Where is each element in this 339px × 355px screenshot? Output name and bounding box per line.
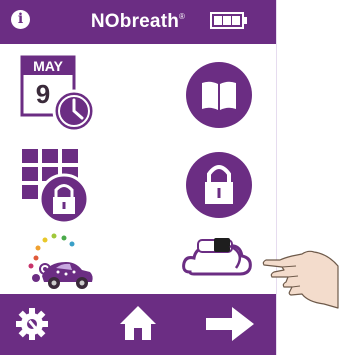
locked-menu-button[interactable] bbox=[14, 145, 100, 225]
calendar-reminder-button[interactable]: MAY 9 bbox=[14, 55, 100, 135]
app-title-text: NObreath bbox=[90, 11, 180, 32]
status-bar: i NObreath® bbox=[0, 0, 276, 44]
next-button[interactable] bbox=[196, 294, 256, 355]
open-book-icon bbox=[186, 62, 252, 128]
settings-button[interactable] bbox=[10, 294, 70, 355]
calendar-clock-icon: MAY 9 bbox=[20, 55, 96, 133]
screenshot-canvas: i NObreath® MAY 9 bbox=[0, 0, 339, 355]
home-button[interactable] bbox=[108, 294, 168, 355]
arrow-right-icon bbox=[206, 307, 254, 341]
pointing-hand-icon bbox=[262, 250, 339, 309]
manual-button[interactable] bbox=[176, 55, 262, 135]
home-icon bbox=[120, 306, 156, 340]
device-screen: i NObreath® MAY 9 bbox=[0, 0, 277, 355]
calendar-day: 9 bbox=[36, 79, 50, 109]
gear-wrench-icon bbox=[16, 308, 48, 340]
car-game-icon bbox=[28, 233, 93, 289]
trademark-symbol: ® bbox=[179, 12, 186, 21]
padlock-icon bbox=[186, 152, 252, 218]
locked-settings-button[interactable] bbox=[176, 145, 262, 225]
battery-icon bbox=[210, 12, 247, 29]
cloud-device-icon bbox=[182, 238, 252, 276]
grid-lock-icon bbox=[22, 149, 90, 225]
bottom-nav-bar bbox=[0, 294, 276, 355]
calendar-month: MAY bbox=[33, 58, 63, 74]
